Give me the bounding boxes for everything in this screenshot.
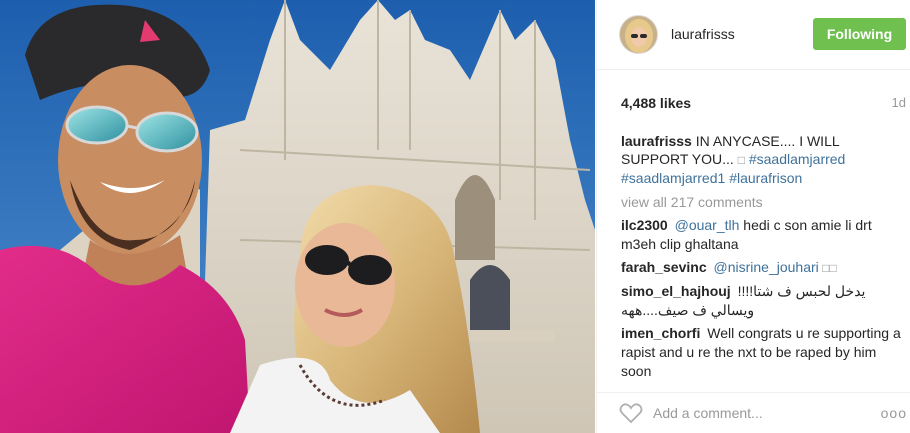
hashtag-link[interactable]: #laurafrison: [729, 170, 802, 186]
comment-item: farah_sevinc @nisrine_jouhari □□: [621, 258, 903, 278]
comment-footer: Add a comment... ooo: [597, 392, 910, 433]
post-side-panel: laurafrisss Following 4,488 likes 1d lau…: [596, 0, 910, 433]
avatar-image: [620, 16, 657, 53]
likes-count[interactable]: 4,488 likes: [621, 95, 691, 111]
post-author-username[interactable]: laurafrisss: [671, 26, 735, 42]
post-header: laurafrisss Following: [597, 0, 910, 70]
comment-mention[interactable]: @ouar_tlh: [675, 217, 740, 233]
view-all-comments-link[interactable]: view all 217 comments: [621, 194, 763, 210]
heart-icon[interactable]: [619, 402, 643, 424]
comment-username[interactable]: simo_el_hajhouj: [621, 283, 731, 299]
comment-item: ilc2300 @ouar_tlh hedi c son amie li drt…: [621, 216, 903, 254]
comment-username[interactable]: farah_sevinc: [621, 259, 707, 275]
hashtag-link[interactable]: #saadlamjarred: [749, 151, 846, 167]
comment-item: imen_chorfi Well congrats u re supportin…: [621, 324, 903, 380]
caption-username[interactable]: laurafrisss: [621, 133, 692, 149]
comment-username[interactable]: ilc2300: [621, 217, 668, 233]
selfie-photo-image: [0, 0, 595, 433]
more-options-icon[interactable]: ooo: [881, 405, 907, 421]
post-caption: laurafrisss IN ANYCASE.... I WILL SUPPOR…: [621, 132, 901, 187]
comments-list[interactable]: ilc2300 @ouar_tlh hedi c son amie li drt…: [621, 216, 903, 380]
caption-emoji-glyph: □: [737, 153, 745, 167]
hashtag-link[interactable]: #saadlamjarred1: [621, 170, 725, 186]
post-timestamp[interactable]: 1d: [892, 95, 906, 110]
following-button[interactable]: Following: [813, 18, 906, 50]
comment-text: □□: [818, 261, 837, 275]
avatar[interactable]: [619, 15, 658, 54]
add-comment-input[interactable]: Add a comment...: [653, 405, 763, 421]
comment-username[interactable]: imen_chorfi: [621, 325, 700, 341]
comment-item: simo_el_hajhouj يدخل لحبس ف شتا!!!!ويسال…: [621, 282, 903, 320]
post-photo[interactable]: [0, 0, 595, 433]
comment-mention[interactable]: @nisrine_jouhari: [714, 259, 819, 275]
